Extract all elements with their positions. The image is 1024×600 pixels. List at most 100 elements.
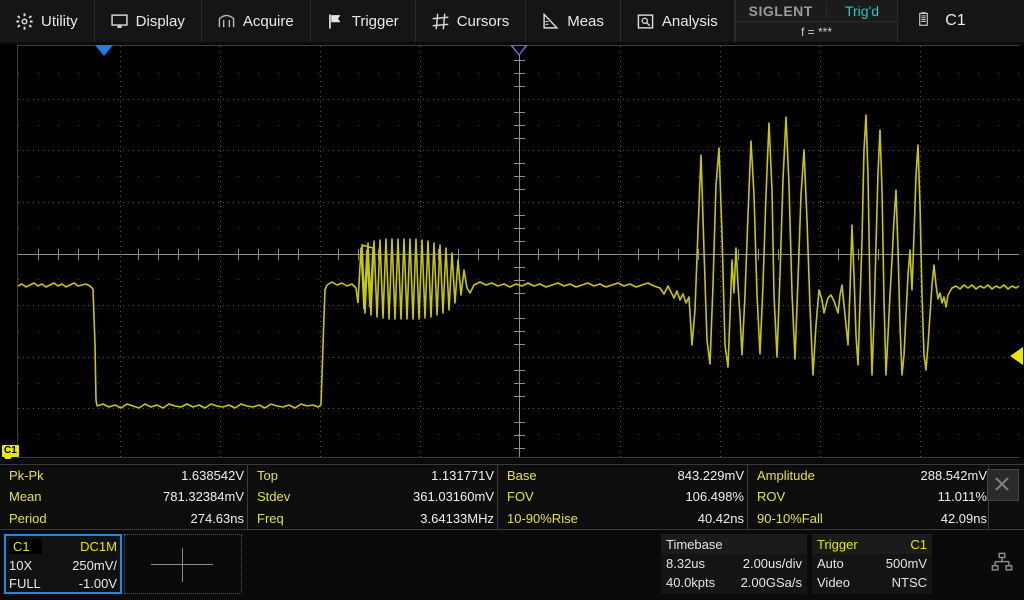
measurement-name: Top <box>248 468 389 483</box>
ground-reference-pointer <box>4 457 12 459</box>
channel-indicator[interactable]: C1 <box>898 0 1024 42</box>
measurement-row[interactable]: Stdev 361.03160mV <box>248 486 497 507</box>
menu-item-analysis[interactable]: Analysis <box>621 0 735 42</box>
channel-probe-ratio: 10X <box>9 558 32 573</box>
menu-item-trigger[interactable]: Trigger <box>311 0 416 42</box>
bottom-status-bar: C1 DC1M 10X 250mV/ FULL -1.00V Timebase … <box>0 530 1024 600</box>
measurement-name: Base <box>498 468 639 483</box>
channel-bandwidth: FULL <box>9 576 41 591</box>
measurement-row[interactable]: Amplitude 288.542mV <box>748 465 988 486</box>
menu-item-display[interactable]: Display <box>95 0 202 42</box>
network-icon[interactable] <box>990 552 1014 574</box>
oscilloscope-screen: Utility Display Acquire <box>0 0 1024 600</box>
monitor-icon <box>111 13 128 30</box>
frequency-readout: f = *** <box>736 21 898 42</box>
measurement-name: Freq <box>248 511 389 526</box>
acquire-icon <box>218 13 235 30</box>
crosshatch-icon <box>432 13 449 30</box>
measurement-value: 781.32384mV <box>139 489 244 504</box>
measurement-name: ROV <box>748 489 889 504</box>
waveform-trace-c1 <box>0 45 1024 459</box>
menu-item-label: Trigger <box>352 13 399 30</box>
trigger-position-marker[interactable] <box>95 45 113 56</box>
channel-indicator-label: C1 <box>945 12 965 30</box>
menu-item-label: Analysis <box>662 13 718 30</box>
timebase-memory-depth: 40.0kpts <box>666 575 715 590</box>
trigger-card[interactable]: Trigger C1 Auto 500mV Video NTSC <box>812 534 932 594</box>
measurement-row[interactable]: ROV 11.011% <box>748 486 988 507</box>
measurement-name: 10-90%Rise <box>498 511 639 526</box>
menu-item-cursors[interactable]: Cursors <box>416 0 527 42</box>
measurement-value: 42.09ns <box>889 511 987 526</box>
measurement-column-1: Pk-Pk 1.638542V Mean 781.32384mV Period … <box>0 465 248 529</box>
measurement-value: 361.03160mV <box>389 489 494 504</box>
trigger-mode: Auto <box>817 556 844 571</box>
measurement-name: Stdev <box>248 489 389 504</box>
measurement-table: Pk-Pk 1.638542V Mean 781.32384mV Period … <box>0 464 1024 530</box>
top-menu-bar: Utility Display Acquire <box>0 0 1024 42</box>
menu-item-meas[interactable]: Meas <box>526 0 621 42</box>
measurement-value: 1.131771V <box>389 468 494 483</box>
measurement-value: 1.638542V <box>139 468 244 483</box>
measurement-name: Amplitude <box>748 468 889 483</box>
ground-reference-marker[interactable]: C1 <box>2 445 19 457</box>
timebase-sample-rate: 2.00GSa/s <box>741 575 802 590</box>
timebase-delay: 8.32us <box>666 556 705 571</box>
menu-item-label: Display <box>136 13 185 30</box>
trigger-video-standard: NTSC <box>892 575 927 590</box>
measurement-value: 288.542mV <box>889 468 987 483</box>
measurement-value: 843.229mV <box>639 468 744 483</box>
timebase-card[interactable]: Timebase 8.32us 2.00us/div 40.0kpts 2.00… <box>661 534 807 594</box>
measurement-row[interactable]: FOV 106.498% <box>498 486 747 507</box>
measurement-row[interactable]: 90-10%Fall 42.09ns <box>748 508 988 529</box>
brand-logo: SIGLENT <box>736 3 826 19</box>
measurement-name: Pk-Pk <box>0 468 139 483</box>
measurement-value: 11.011% <box>889 489 987 504</box>
waveform-plot-area[interactable]: C1 <box>0 45 1024 459</box>
trigger-state-badge: Trig'd <box>826 3 898 19</box>
measurement-row[interactable]: Base 843.229mV <box>498 465 747 486</box>
menu-item-label: Meas <box>567 13 604 30</box>
empty-channel-slot[interactable] <box>124 534 242 594</box>
crosshair-vertical <box>182 548 183 582</box>
measurement-row[interactable]: Period 274.63ns <box>0 508 247 529</box>
measurement-name: Period <box>0 511 139 526</box>
trigger-title: Trigger <box>817 537 858 552</box>
channel-settings-card-c1[interactable]: C1 DC1M 10X 250mV/ FULL -1.00V <box>4 534 122 594</box>
measurement-row[interactable]: Pk-Pk 1.638542V <box>0 465 247 486</box>
measurement-value: 40.42ns <box>639 511 744 526</box>
measurement-column-2: Top 1.131771V Stdev 361.03160mV Freq 3.6… <box>248 465 498 529</box>
timebase-scale: 2.00us/div <box>743 556 802 571</box>
close-measurements-button[interactable] <box>987 469 1019 501</box>
menu-item-label: Cursors <box>457 13 510 30</box>
measurement-row[interactable]: Freq 3.64133MHz <box>248 508 497 529</box>
channel-coupling: DC1M <box>80 539 117 554</box>
flag-icon <box>327 13 344 30</box>
measurement-value: 3.64133MHz <box>389 511 494 526</box>
measurement-row[interactable]: Top 1.131771V <box>248 465 497 486</box>
channel-name-badge: C1 <box>9 539 42 554</box>
measurement-name: Mean <box>0 489 139 504</box>
delay-position-marker[interactable] <box>510 45 528 56</box>
gear-icon <box>16 13 33 30</box>
menu-item-utility[interactable]: Utility <box>0 0 95 42</box>
measurement-column-3: Base 843.229mV FOV 106.498% 10-90%Rise 4… <box>498 465 748 529</box>
trigger-level-marker[interactable] <box>1010 347 1023 365</box>
analysis-icon <box>637 13 654 30</box>
acquisition-status-box: SIGLENT Trig'd f = *** <box>735 0 899 42</box>
measurement-value: 106.498% <box>639 489 744 504</box>
trigger-type: Video <box>817 575 850 590</box>
menu-item-label: Acquire <box>243 13 294 30</box>
measurement-column-4: Amplitude 288.542mV ROV 11.011% 90-10%Fa… <box>748 465 989 529</box>
trigger-source: C1 <box>910 537 927 552</box>
measurement-row[interactable]: Mean 781.32384mV <box>0 486 247 507</box>
triangle-ruler-icon <box>542 13 559 30</box>
trigger-level: 500mV <box>886 556 927 571</box>
measurement-name: FOV <box>498 489 639 504</box>
menu-item-label: Utility <box>41 13 78 30</box>
menu-item-acquire[interactable]: Acquire <box>202 0 311 42</box>
channel-offset: -1.00V <box>79 576 117 591</box>
channel-vertical-scale: 250mV/ <box>72 558 117 573</box>
measurement-value: 274.63ns <box>139 511 244 526</box>
measurement-row[interactable]: 10-90%Rise 40.42ns <box>498 508 747 529</box>
